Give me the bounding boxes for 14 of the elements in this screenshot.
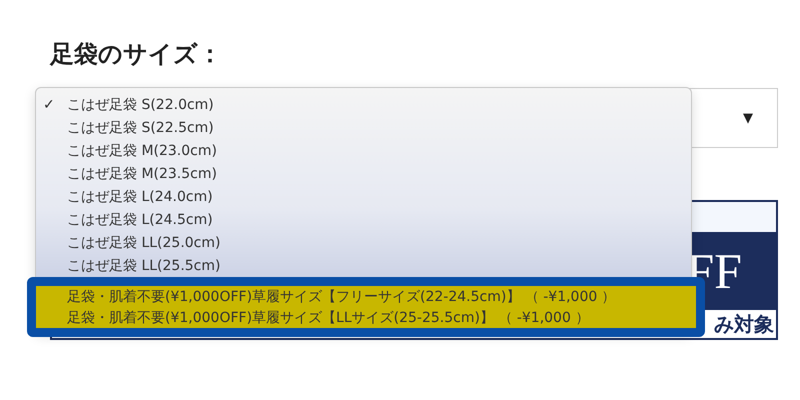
- dropdown-option[interactable]: こはぜ足袋 S(22.5cm): [36, 116, 691, 139]
- dropdown-option[interactable]: こはぜ足袋 M(23.0cm): [36, 139, 691, 162]
- banner-caption: み対象: [714, 310, 774, 338]
- dropdown-option[interactable]: こはぜ足袋 LL(25.0cm): [36, 231, 691, 254]
- dropdown-option[interactable]: ✓ こはぜ足袋 S(22.0cm): [36, 93, 691, 116]
- dropdown-option[interactable]: 足袋・肌着不要(¥1,000OFF)草履サイズ【フリーサイズ(22-24.5cm)】 （ -¥1,000 ）: [36, 286, 696, 307]
- dropdown-arrow-icon: ▼: [743, 110, 753, 126]
- dropdown-option[interactable]: こはぜ足袋 L(24.0cm): [36, 185, 691, 208]
- check-icon: ✓: [43, 96, 67, 112]
- dropdown-option[interactable]: 足袋・肌着不要(¥1,000OFF)草履サイズ【LLサイズ(25-25.5cm)】 （ -¥1,000 ）: [36, 307, 696, 328]
- dropdown-option[interactable]: こはぜ足袋 L(24.5cm): [36, 208, 691, 231]
- section-heading: 足袋のサイズ：: [50, 39, 222, 70]
- dropdown-option[interactable]: こはぜ足袋 LL(25.5cm): [36, 254, 691, 277]
- dropdown-option[interactable]: こはぜ足袋 M(23.5cm): [36, 162, 691, 185]
